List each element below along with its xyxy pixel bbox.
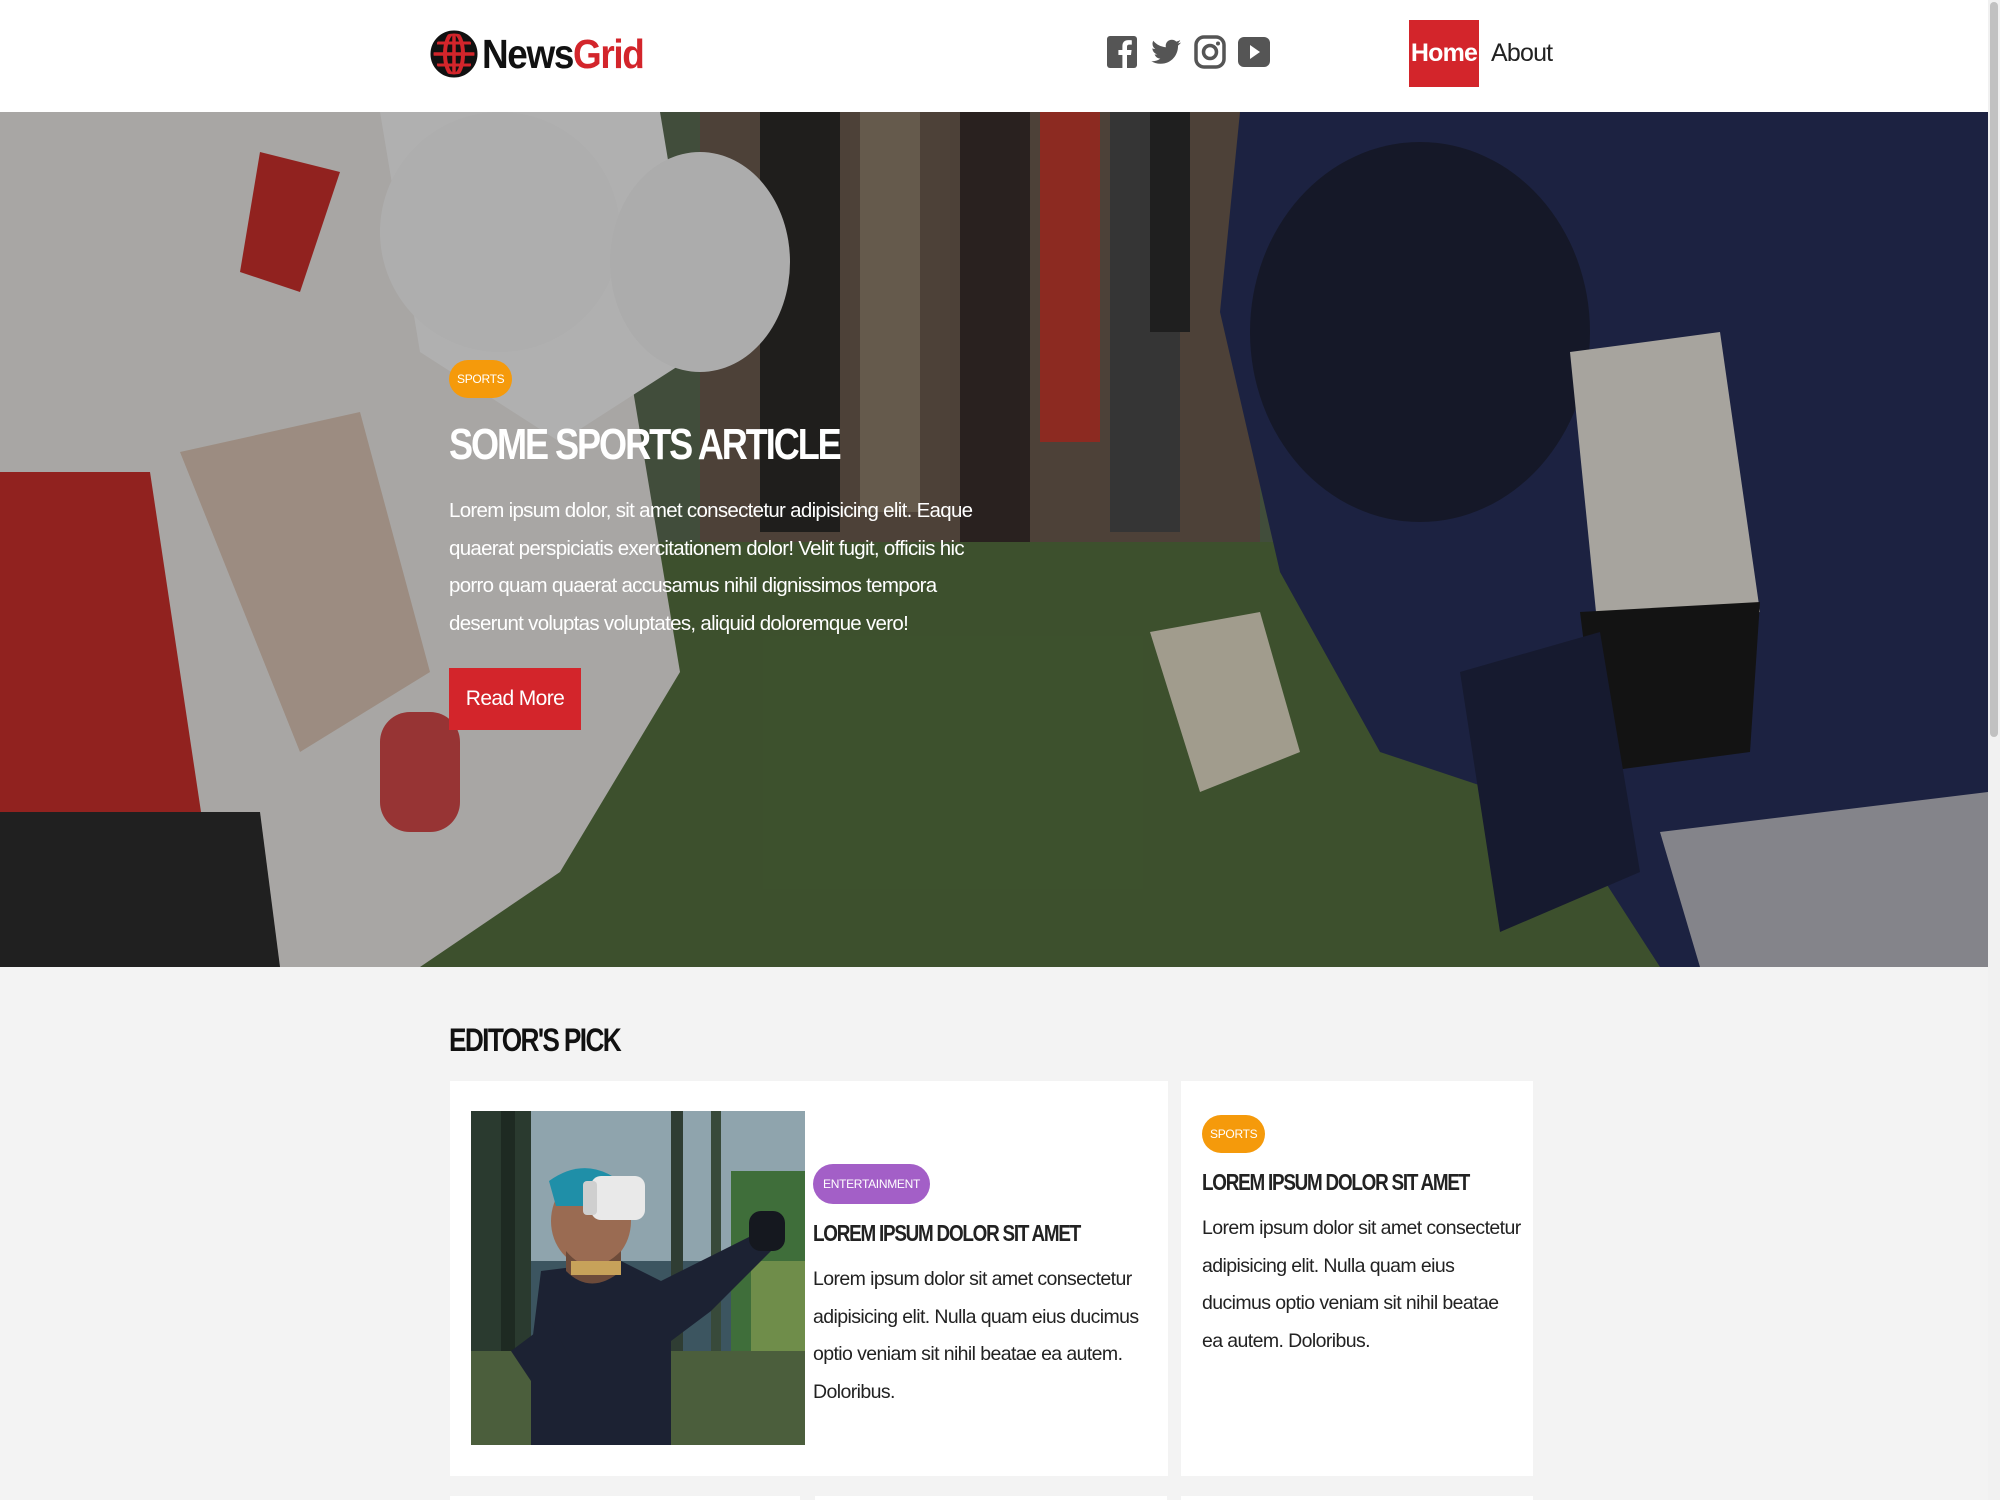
twitter-icon[interactable] xyxy=(1150,29,1182,75)
read-more-button[interactable]: Read More xyxy=(449,668,581,730)
card-excerpt: Lorem ipsum dolor sit amet consectetur a… xyxy=(1202,1217,1521,1352)
facebook-icon[interactable] xyxy=(1106,29,1138,75)
category-badge-entertainment[interactable]: ENTERTAINMENT xyxy=(813,1164,930,1204)
vr-headset-photo xyxy=(471,1111,805,1445)
next-row-card xyxy=(450,1496,800,1500)
next-row-card xyxy=(815,1496,1167,1500)
nav-about[interactable]: About xyxy=(1479,20,1564,87)
editors-pick-card-side[interactable]: SPORTS Lorem ipsum dolor sit amet Lorem … xyxy=(1181,1081,1533,1476)
site-header: NewsGrid Home About xyxy=(0,0,1988,112)
youtube-icon[interactable] xyxy=(1238,29,1270,75)
card-title[interactable]: Lorem ipsum dolor sit amet xyxy=(813,1220,1092,1247)
social-links xyxy=(1106,29,1270,75)
next-row-card xyxy=(1181,1496,1533,1500)
hero-category-badge[interactable]: SPORTS xyxy=(449,360,513,398)
logo-wordmark: NewsGrid xyxy=(482,30,645,78)
globe-icon xyxy=(430,19,478,89)
section-title-editors-pick: Editor's Pick xyxy=(449,1022,622,1058)
instagram-icon[interactable] xyxy=(1194,29,1226,75)
scrollbar-thumb[interactable] xyxy=(1990,2,1998,737)
main-nav: Home About xyxy=(1409,20,1564,87)
hero-excerpt: Lorem ipsum dolor, sit amet consectetur … xyxy=(449,499,973,635)
logo-part-news: News xyxy=(482,30,574,77)
page-scrollbar[interactable] xyxy=(1988,0,2000,1500)
site-logo[interactable]: NewsGrid xyxy=(430,19,661,89)
card-body: ENTERTAINMENT Lorem ipsum dolor sit amet… xyxy=(813,1164,1153,1411)
article-thumbnail[interactable] xyxy=(471,1111,805,1445)
editors-pick-card-main[interactable]: ENTERTAINMENT Lorem ipsum dolor sit amet… xyxy=(450,1081,1168,1476)
card-body: SPORTS Lorem ipsum dolor sit amet Lorem … xyxy=(1202,1115,1522,1360)
card-excerpt: Lorem ipsum dolor sit amet consectetur a… xyxy=(813,1268,1139,1403)
hero-banner: SPORTS Some Sports Article Lorem ipsum d… xyxy=(0,112,1988,967)
card-title[interactable]: Lorem ipsum dolor sit amet xyxy=(1202,1169,1470,1196)
hero-title[interactable]: Some Sports Article xyxy=(449,420,892,470)
hero-overlay xyxy=(0,112,1988,967)
category-badge-sports[interactable]: SPORTS xyxy=(1202,1115,1266,1153)
hero-content: SPORTS Some Sports Article Lorem ipsum d… xyxy=(449,360,989,730)
logo-part-grid: Grid xyxy=(572,30,645,77)
nav-home[interactable]: Home xyxy=(1409,20,1479,87)
